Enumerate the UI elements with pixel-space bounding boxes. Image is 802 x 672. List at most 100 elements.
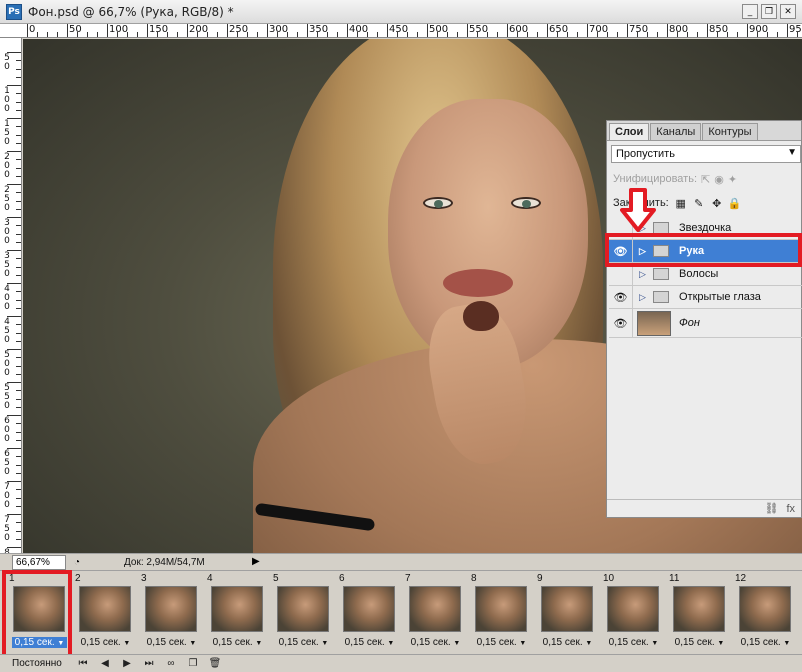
lock-pixels-icon[interactable]: ✎ bbox=[693, 197, 705, 210]
ruler-minor-tick bbox=[37, 32, 38, 37]
status-menu-arrow-icon[interactable]: ▶ bbox=[252, 556, 260, 567]
ruler-minor-tick bbox=[287, 32, 288, 37]
ruler-minor-tick bbox=[157, 32, 158, 37]
frame-8[interactable]: 8 0,15 сек. ▼ bbox=[468, 571, 533, 651]
eye-icon[interactable]: 👁 bbox=[609, 309, 633, 337]
ruler-minor-tick bbox=[237, 32, 238, 37]
ruler-minor-tick bbox=[16, 538, 21, 540]
ruler-label: 600 bbox=[4, 416, 10, 444]
frame-4[interactable]: 4 0,15 сек. ▼ bbox=[204, 571, 269, 651]
zoom-field[interactable]: 66,67% bbox=[12, 554, 66, 570]
frame-number: 12 bbox=[735, 573, 747, 584]
ruler-label: 400 bbox=[4, 284, 10, 312]
expand-triangle-icon[interactable]: ▷ bbox=[639, 246, 653, 257]
ruler-vertical[interactable]: 50 100 150 200 250 300 350 400 450 500 550 600 650 70… bbox=[0, 38, 22, 553]
ruler-minor-tick bbox=[16, 373, 21, 375]
frame-2[interactable]: 2 0,15 сек. ▼ bbox=[72, 571, 137, 651]
ruler-minor-tick bbox=[407, 32, 408, 37]
ruler-minor-tick bbox=[16, 456, 21, 458]
layer-row-fon[interactable]: 👁 Фон bbox=[609, 309, 802, 338]
ruler-minor-tick bbox=[207, 32, 208, 37]
layer-row-ruka[interactable]: 👁 ▷ Рука bbox=[609, 240, 802, 263]
eye-icon[interactable]: 👁 bbox=[609, 240, 633, 262]
layer-row-volosy[interactable]: ▷ Волосы bbox=[609, 263, 802, 286]
folder-icon bbox=[653, 291, 669, 303]
ruler-minor-tick bbox=[16, 241, 21, 243]
next-frame-icon[interactable]: ⏭ bbox=[138, 657, 160, 671]
minimize-button[interactable]: _ bbox=[742, 4, 758, 19]
frame-5[interactable]: 5 0,15 сек. ▼ bbox=[270, 571, 335, 651]
frame-delay[interactable]: 0,15 сек. ▼ bbox=[342, 637, 397, 648]
layer-row-otkrytye-glaza[interactable]: 👁 ▷ Открытые глаза bbox=[609, 286, 802, 309]
frame-delay[interactable]: 0,15 сек. ▼ bbox=[210, 637, 265, 648]
frame-7[interactable]: 7 0,15 сек. ▼ bbox=[402, 571, 467, 651]
frame-thumbnail bbox=[13, 586, 65, 632]
close-button[interactable]: ✕ bbox=[780, 4, 796, 19]
tween-icon[interactable]: ∞ bbox=[160, 657, 182, 671]
frame-11[interactable]: 11 0,15 сек. ▼ bbox=[666, 571, 731, 651]
annotation-down-arrow-icon bbox=[620, 188, 656, 232]
frame-number: 9 bbox=[537, 573, 543, 584]
unify-position-icon[interactable]: ⇱ bbox=[701, 173, 710, 186]
restore-button[interactable]: ❐ bbox=[761, 4, 777, 19]
frame-delay[interactable]: 0,15 сек. ▼ bbox=[606, 637, 661, 648]
ruler-minor-tick bbox=[757, 32, 758, 37]
ruler-minor-tick bbox=[16, 464, 21, 466]
frame-12[interactable]: 12 0,15 сек. ▼ bbox=[732, 571, 797, 651]
ruler-minor-tick bbox=[16, 134, 21, 136]
ruler-minor-tick bbox=[16, 159, 21, 161]
ruler-minor-tick bbox=[167, 32, 168, 37]
frame-3[interactable]: 3 0,15 сек. ▼ bbox=[138, 571, 203, 651]
frame-delay[interactable]: 0,15 сек. ▼ bbox=[474, 637, 529, 648]
delete-frame-icon[interactable]: 🗑 bbox=[204, 657, 226, 671]
frame-1[interactable]: 1 0,15 сек. ▼ bbox=[6, 571, 71, 651]
tab-channels[interactable]: Каналы bbox=[650, 123, 702, 140]
frame-delay[interactable]: 0,15 сек. ▼ bbox=[408, 637, 463, 648]
blend-mode-select[interactable]: Пропустить ▼ bbox=[611, 145, 801, 163]
status-info-icon[interactable]: ◔ bbox=[70, 555, 84, 569]
tab-paths[interactable]: Контуры bbox=[702, 123, 758, 140]
unify-style-icon[interactable]: ✦ bbox=[728, 173, 737, 186]
duplicate-frame-icon[interactable]: ❐ bbox=[182, 657, 204, 671]
frame-delay[interactable]: 0,15 сек. ▼ bbox=[738, 637, 793, 648]
unify-row: Унифицировать: ⇱ ◉ ✦ bbox=[613, 173, 737, 186]
unify-visibility-icon[interactable]: ◉ bbox=[714, 173, 724, 186]
lock-position-icon[interactable]: ✥ bbox=[711, 197, 723, 210]
lock-all-icon[interactable]: 🔒 bbox=[728, 197, 742, 210]
unify-label: Унифицировать: bbox=[613, 173, 698, 185]
lock-transparency-icon[interactable]: ▦ bbox=[675, 197, 687, 210]
frame-9[interactable]: 9 0,15 сек. ▼ bbox=[534, 571, 599, 651]
frame-delay[interactable]: 0,15 сек. ▼ bbox=[78, 637, 133, 648]
ruler-horizontal[interactable]: 0 50 100 150 200 250 300 350 400 450 500 550 600 650 7… bbox=[0, 24, 802, 38]
link-icon[interactable]: ⛓ bbox=[764, 502, 778, 515]
first-frame-icon[interactable]: ⏮ bbox=[72, 657, 94, 671]
frame-6[interactable]: 6 0,15 сек. ▼ bbox=[336, 571, 401, 651]
frame-thumbnail bbox=[739, 586, 791, 632]
ruler-minor-tick bbox=[16, 489, 21, 491]
blend-mode-value: Пропустить bbox=[616, 148, 675, 160]
frame-delay[interactable]: 0,15 сек. ▼ bbox=[12, 637, 67, 648]
document-info: Док: 2,94M/54,7M bbox=[124, 556, 205, 568]
visibility-toggle-empty[interactable] bbox=[609, 263, 633, 285]
ruler-minor-tick bbox=[16, 530, 21, 532]
previous-frame-icon[interactable]: ◀ bbox=[94, 657, 116, 671]
frame-delay[interactable]: 0,15 сек. ▼ bbox=[672, 637, 727, 648]
frame-delay[interactable]: 0,15 сек. ▼ bbox=[144, 637, 199, 648]
play-icon[interactable]: ▶ bbox=[116, 657, 138, 671]
ruler-minor-tick bbox=[16, 76, 21, 78]
expand-triangle-icon[interactable]: ▷ bbox=[639, 269, 653, 280]
frame-10[interactable]: 10 0,15 сек. ▼ bbox=[600, 571, 665, 651]
animation-controls: Постоянно ⏮ ◀ ▶ ⏭ ∞ ❐ 🗑 bbox=[0, 654, 802, 672]
loop-select[interactable]: Постоянно bbox=[8, 656, 72, 672]
tab-layers[interactable]: Слои bbox=[609, 123, 650, 140]
frame-thumbnail bbox=[343, 586, 395, 632]
fx-icon[interactable]: fx bbox=[786, 503, 795, 515]
ruler-minor-tick bbox=[47, 32, 48, 37]
ruler-minor-tick bbox=[457, 32, 458, 37]
eye-icon[interactable]: 👁 bbox=[609, 286, 633, 308]
frame-thumbnail bbox=[409, 586, 461, 632]
ruler-label: 300 bbox=[4, 218, 10, 246]
frame-delay[interactable]: 0,15 сек. ▼ bbox=[540, 637, 595, 648]
expand-triangle-icon[interactable]: ▷ bbox=[639, 292, 653, 303]
frame-delay[interactable]: 0,15 сек. ▼ bbox=[276, 637, 331, 648]
